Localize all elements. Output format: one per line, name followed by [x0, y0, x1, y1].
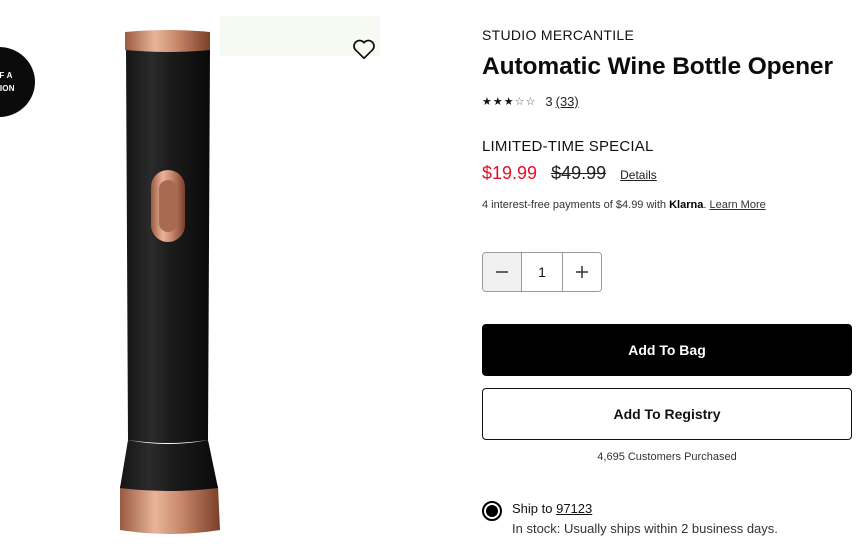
- opener-base: [120, 486, 220, 534]
- customers-purchased-count: 4,695 Customers Purchased: [597, 451, 737, 463]
- star-rating[interactable]: ★ ★ ★ ☆ ☆: [482, 95, 535, 109]
- ship-option[interactable]: Ship to 97123 In stock: Usually ships wi…: [482, 499, 778, 539]
- ship-to-line: Ship to 97123: [512, 499, 778, 519]
- add-to-bag-button[interactable]: Add To Bag: [482, 324, 852, 376]
- opener-button-inner: [159, 180, 177, 232]
- increase-quantity-button[interactable]: [562, 253, 601, 291]
- plus-icon: [576, 266, 588, 278]
- star-filled-icon: ★: [482, 95, 492, 108]
- opener-top-cap: [125, 30, 210, 52]
- review-count-link[interactable]: (33): [556, 94, 579, 109]
- collection-badge: T OF A ECTION: [0, 47, 35, 117]
- decrease-quantity-button[interactable]: [483, 253, 522, 291]
- price-row: $19.99 $49.99 Details: [482, 163, 657, 184]
- promo-label: LIMITED-TIME SPECIAL: [482, 138, 654, 155]
- add-to-registry-button[interactable]: Add To Registry: [482, 388, 852, 440]
- ship-text: Ship to 97123 In stock: Usually ships wi…: [512, 499, 778, 539]
- star-empty-icon: ☆: [525, 95, 536, 108]
- quantity-stepper: [482, 252, 602, 292]
- stock-status: In stock: Usually ships within 2 busines…: [512, 521, 778, 536]
- badge-line-2: ECTION: [0, 84, 15, 93]
- minus-icon: [496, 271, 508, 273]
- klarna-prefix: 4 interest-free payments of $4.99 with: [482, 199, 670, 211]
- star-filled-icon: ★: [503, 95, 514, 108]
- badge-line-1: T OF A: [0, 71, 13, 80]
- rating-value: 3: [545, 94, 553, 109]
- opener-body: [126, 47, 210, 443]
- wine-opener-illustration: [120, 16, 380, 534]
- opener-lower-body: [120, 440, 218, 491]
- original-price: $49.99: [551, 163, 607, 183]
- ship-to-label: Ship to: [512, 501, 557, 516]
- quantity-input[interactable]: [522, 253, 562, 291]
- klarna-learn-more-link[interactable]: Learn More: [709, 199, 765, 211]
- klarna-logo: Klarna: [669, 199, 704, 211]
- star-empty-icon: ☆: [514, 95, 525, 108]
- product-title: Automatic Wine Bottle Opener: [482, 53, 833, 80]
- details-link[interactable]: Details: [620, 168, 657, 182]
- ship-radio-selected-icon[interactable]: [482, 501, 502, 521]
- rating-row: ★ ★ ★ ☆ ☆ 3 (33): [482, 94, 579, 109]
- star-filled-icon: ★: [492, 95, 503, 108]
- product-image[interactable]: [60, 14, 395, 547]
- sale-price: $19.99: [482, 163, 538, 183]
- brand-name[interactable]: STUDIO MERCANTILE: [482, 27, 634, 43]
- klarna-message: 4 interest-free payments of $4.99 with K…: [482, 199, 766, 211]
- wishlist-heart-icon[interactable]: [351, 36, 377, 62]
- zip-code-link[interactable]: 97123: [556, 501, 592, 516]
